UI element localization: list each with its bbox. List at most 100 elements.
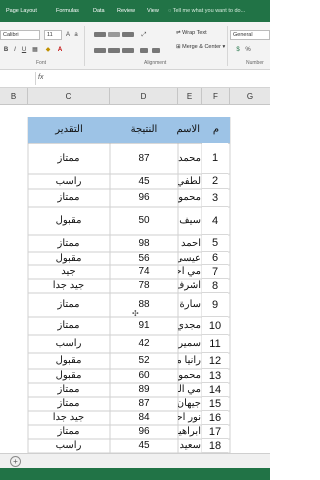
row-number-cell[interactable]: 3 [202, 189, 228, 207]
tab-formulas[interactable]: Formulas [56, 8, 79, 14]
grade-cell[interactable]: مقبول [28, 370, 109, 381]
grade-cell[interactable]: ممتاز [28, 398, 109, 409]
align-middle-icon[interactable] [108, 32, 120, 37]
name-cell[interactable]: سيف احمد [178, 215, 202, 226]
grade-cell[interactable]: ممتاز [28, 299, 109, 310]
percent-icon[interactable]: % [244, 46, 252, 54]
score-cell[interactable]: 89 [110, 384, 178, 395]
score-cell[interactable]: 96 [110, 426, 178, 437]
name-cell[interactable]: احمد محمد [178, 238, 202, 249]
name-cell[interactable]: محمد احمد [178, 153, 202, 164]
grade-cell[interactable]: ممتاز [28, 320, 109, 331]
tell-me-box[interactable]: ◌ Tell me what you want to do... [168, 8, 245, 14]
score-cell[interactable]: 42 [110, 338, 178, 349]
score-cell[interactable]: 74 [110, 266, 178, 277]
grade-cell[interactable]: راسب [28, 176, 109, 187]
column-header-b[interactable]: B [0, 88, 28, 105]
worksheet-grid[interactable]: التقدير النتيجة الاسم م ممتاز87محمد احمد… [0, 105, 270, 453]
row-number-cell[interactable]: 7 [202, 265, 228, 279]
grade-cell[interactable]: مقبول [28, 215, 109, 226]
number-header[interactable]: م [202, 117, 230, 143]
score-cell[interactable]: 87 [110, 153, 178, 164]
row-number-cell[interactable]: 6 [202, 252, 228, 265]
align-top-icon[interactable] [94, 32, 106, 37]
row-number-cell[interactable]: 14 [202, 383, 228, 397]
score-cell[interactable]: 91 [110, 320, 178, 331]
name-cell[interactable]: لطفي محمد [178, 176, 202, 187]
name-cell[interactable]: اشرف محمد [178, 280, 202, 291]
name-cell[interactable]: عيسى السيد [178, 253, 202, 264]
row-number-cell[interactable]: 17 [202, 425, 228, 439]
align-left-icon[interactable] [94, 48, 106, 53]
tab-page-layout[interactable]: Page Layout [6, 8, 37, 14]
score-cell[interactable]: 52 [110, 355, 178, 366]
underline-icon[interactable]: U [20, 46, 28, 54]
tab-data[interactable]: Data [93, 8, 105, 14]
grade-cell[interactable]: ممتاز [28, 426, 109, 437]
name-header[interactable]: الاسم [176, 117, 202, 143]
name-box[interactable] [0, 72, 36, 85]
row-number-cell[interactable]: 5 [202, 235, 228, 252]
font-size-select[interactable]: 11 [44, 30, 62, 40]
name-cell[interactable]: جيهان محمد [178, 398, 202, 409]
score-header[interactable]: النتيجة [110, 117, 178, 143]
tab-view[interactable]: View [147, 8, 159, 14]
grade-cell[interactable]: مقبول [28, 355, 109, 366]
row-number-cell[interactable]: 15 [202, 397, 228, 411]
score-cell[interactable]: 87 [110, 398, 178, 409]
column-header-c[interactable]: C [28, 88, 110, 105]
borders-icon[interactable]: ▦ [31, 46, 39, 54]
row-number-cell[interactable]: 4 [202, 207, 228, 235]
grade-cell[interactable]: راسب [28, 338, 109, 349]
increase-indent-icon[interactable] [152, 48, 160, 53]
row-number-cell[interactable]: 16 [202, 411, 228, 425]
row-number-cell[interactable]: 10 [202, 317, 228, 335]
column-header-g[interactable]: G [230, 88, 270, 105]
add-sheet-icon[interactable]: + [10, 456, 21, 467]
name-cell[interactable]: محمود سعد [178, 192, 202, 203]
grade-cell[interactable]: ممتاز [28, 153, 109, 164]
score-cell[interactable]: 84 [110, 412, 178, 423]
name-cell[interactable]: مي السيد [178, 384, 202, 395]
fill-color-icon[interactable]: ◆ [44, 46, 52, 54]
name-cell[interactable]: سعيد محمد [178, 440, 202, 451]
italic-icon[interactable]: I [11, 46, 19, 54]
score-cell[interactable]: 45 [110, 176, 178, 187]
row-number-cell[interactable]: 13 [202, 369, 228, 383]
score-cell[interactable]: 98 [110, 238, 178, 249]
column-header-e[interactable]: E [178, 88, 202, 105]
grow-font-icon[interactable]: A [64, 31, 72, 39]
currency-icon[interactable]: $ [234, 46, 242, 54]
score-cell[interactable]: 88 [110, 299, 178, 310]
row-number-cell[interactable]: 2 [202, 174, 228, 189]
align-center-icon[interactable] [108, 48, 120, 53]
row-number-cell[interactable]: 8 [202, 279, 228, 293]
wrap-text-button[interactable]: ⇌ Wrap Text [176, 30, 207, 36]
name-cell[interactable]: سارة احمد [178, 299, 202, 310]
tab-review[interactable]: Review [117, 8, 135, 14]
bold-icon[interactable]: B [2, 46, 10, 54]
font-color-icon[interactable]: A [56, 46, 64, 54]
shrink-font-icon[interactable]: a [72, 31, 80, 39]
score-cell[interactable]: 45 [110, 440, 178, 451]
score-cell[interactable]: 60 [110, 370, 178, 381]
orientation-icon[interactable]: ⤢ [140, 31, 148, 39]
grade-cell[interactable]: جيد [28, 266, 109, 277]
grade-cell[interactable]: ممتاز [28, 384, 109, 395]
grade-cell[interactable]: راسب [28, 440, 109, 451]
row-number-cell[interactable]: 12 [202, 353, 228, 369]
name-cell[interactable]: رانيا محمد [178, 355, 202, 366]
row-number-cell[interactable]: 18 [202, 439, 228, 453]
name-cell[interactable]: سمير السيد [178, 338, 202, 349]
score-cell[interactable]: 50 [110, 215, 178, 226]
column-header-f[interactable]: F [202, 88, 230, 105]
align-bottom-icon[interactable] [122, 32, 134, 37]
column-header-d[interactable]: D [110, 88, 178, 105]
name-cell[interactable]: نور احمد [178, 412, 202, 423]
row-number-cell[interactable]: 9 [202, 293, 228, 317]
grade-header[interactable]: التقدير [28, 117, 110, 143]
name-cell[interactable]: مي احمد [178, 266, 202, 277]
grade-cell[interactable]: ممتاز [28, 192, 109, 203]
grade-cell[interactable]: ممتاز [28, 238, 109, 249]
merge-center-button[interactable]: ⊞ Merge & Center ▾ [176, 44, 225, 50]
